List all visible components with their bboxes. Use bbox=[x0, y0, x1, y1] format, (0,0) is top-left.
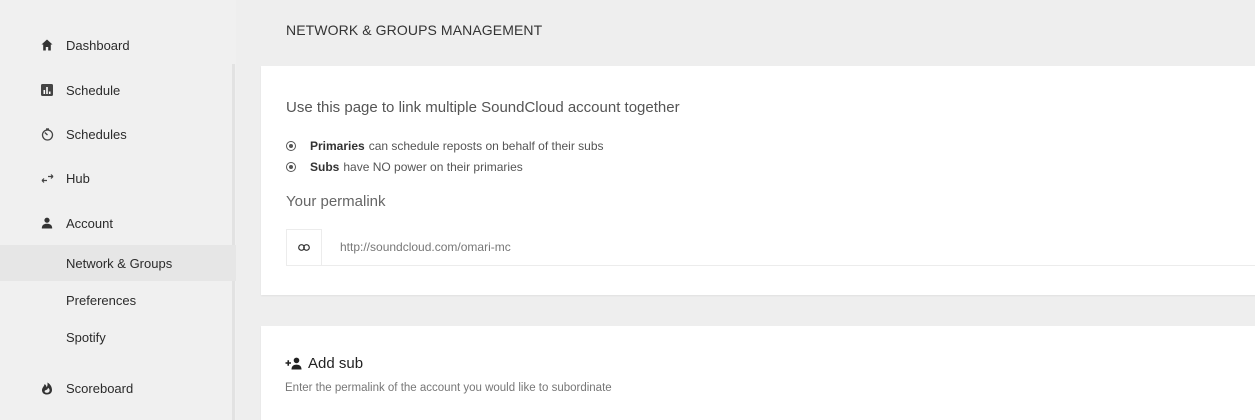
timer-icon bbox=[36, 127, 58, 141]
sidebar-item-schedules[interactable]: Schedules bbox=[0, 116, 232, 152]
sidebar-divider bbox=[232, 64, 235, 420]
sidebar-subitem-label: Spotify bbox=[66, 329, 106, 345]
sidebar-subitem-spotify[interactable]: Spotify bbox=[0, 319, 236, 355]
bullet-text: have NO power on their primaries bbox=[343, 160, 523, 174]
swap-arrows-icon bbox=[36, 173, 58, 184]
list-item: Subs have NO power on their primaries bbox=[286, 160, 523, 174]
sidebar-subitem-label: Network & Groups bbox=[66, 255, 173, 271]
bullet-text: can schedule reposts on behalf of their … bbox=[368, 139, 604, 153]
bullet-strong: Primaries bbox=[310, 139, 365, 153]
sidebar-subitem-preferences[interactable]: Preferences bbox=[0, 282, 236, 318]
intro-text: Use this page to link multiple SoundClou… bbox=[286, 99, 680, 116]
sidebar-item-label: Scoreboard bbox=[66, 380, 134, 396]
link-icon bbox=[286, 228, 322, 266]
sidebar-item-account[interactable]: Account bbox=[0, 205, 232, 241]
permalink-field[interactable]: http://soundcloud.com/omari-mc bbox=[286, 228, 1255, 266]
sidebar-subitem-network-groups[interactable]: Network & Groups bbox=[0, 245, 236, 281]
list-item: Primaries can schedule reposts on behalf… bbox=[286, 139, 604, 153]
sidebar-subitem-label: Preferences bbox=[66, 292, 137, 308]
radio-bullet-icon bbox=[286, 162, 296, 172]
sidebar-item-label: Schedules bbox=[66, 126, 127, 142]
permalink-value: http://soundcloud.com/omari-mc bbox=[340, 240, 511, 254]
sidebar-item-label: Account bbox=[66, 215, 113, 231]
bullet-strong: Subs bbox=[310, 160, 340, 174]
permalink-label: Your permalink bbox=[286, 193, 386, 210]
sidebar-item-label: Schedule bbox=[66, 82, 121, 98]
sidebar-item-scoreboard[interactable]: Scoreboard bbox=[0, 370, 232, 406]
add-sub-title: Add sub bbox=[308, 355, 364, 372]
sidebar-item-label: Dashboard bbox=[66, 37, 130, 53]
person-icon bbox=[36, 217, 58, 229]
page-title: NETWORK & GROUPS MANAGEMENT bbox=[286, 22, 543, 38]
radio-bullet-icon bbox=[286, 141, 296, 151]
sidebar-item-dashboard[interactable]: Dashboard bbox=[0, 27, 232, 63]
flame-icon bbox=[36, 382, 58, 395]
sidebar-item-hub[interactable]: Hub bbox=[0, 160, 232, 196]
add-sub-description: Enter the permalink of the account you w… bbox=[285, 382, 612, 394]
home-icon bbox=[36, 39, 58, 51]
network-info-card: Use this page to link multiple SoundClou… bbox=[261, 66, 1255, 295]
add-person-icon bbox=[285, 357, 303, 370]
add-sub-card: Add sub Enter the permalink of the accou… bbox=[261, 326, 1255, 420]
add-sub-heading: Add sub bbox=[285, 355, 363, 372]
sidebar-item-schedule[interactable]: Schedule bbox=[0, 72, 232, 108]
bar-chart-icon bbox=[36, 84, 58, 96]
sidebar: Dashboard Schedule Schedules Hub Account… bbox=[0, 0, 236, 420]
sidebar-item-label: Hub bbox=[66, 170, 90, 186]
